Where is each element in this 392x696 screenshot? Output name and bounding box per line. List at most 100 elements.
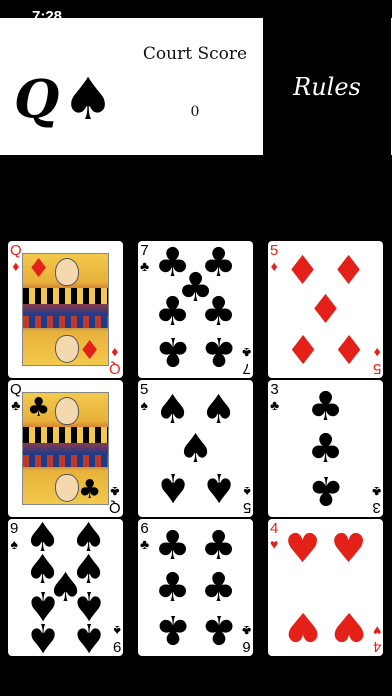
card-pip-icon: ♠ — [24, 613, 61, 656]
card-pip-icon: ♠ — [200, 463, 237, 510]
card[interactable]: 5 ♦ 5 ♦ ♦ ♦ ♦ ♦ ♦ — [268, 241, 383, 378]
card-corner-index: 5 ♦ — [372, 345, 381, 377]
card-pip-icon: ♣ — [154, 289, 191, 336]
card-corner-index: 3 ♣ — [371, 484, 381, 516]
card-suit-icon: ♣ — [371, 484, 381, 500]
card-rank: 5 — [242, 499, 251, 516]
card-rank: 5 — [140, 381, 149, 398]
card-pip-icon: ♣ — [154, 564, 191, 611]
card-suit-icon: ♠ — [10, 536, 18, 552]
card-suit-icon: ♠ — [243, 484, 251, 500]
card-corner-index: 6 ♣ — [140, 521, 149, 551]
card-suit-icon: ♦ — [27, 254, 51, 284]
card[interactable]: 3 ♣ 3 ♣ ♣ ♣ ♣ — [268, 380, 383, 517]
card-suit-icon: ♣ — [78, 475, 102, 505]
queen-face-art: ♦ ♦ — [22, 253, 109, 366]
card-corner-index: Q ♦ — [109, 345, 121, 377]
queen-art-detail — [23, 427, 108, 443]
card[interactable]: 9 ♠ 9 ♠ ♠ ♠ ♠ ♠ ♠ ♠ ♠ ♠ ♠ — [8, 519, 123, 656]
queen-art-detail — [55, 335, 79, 363]
card-pip-icon: ♣ — [200, 564, 237, 611]
card-corner-index: 7 ♣ — [241, 345, 251, 377]
card-rank: 4 — [270, 520, 279, 537]
card-suit-icon: ♦ — [111, 345, 119, 361]
card-rank: 5 — [372, 360, 381, 377]
card-rank: 7 — [140, 242, 149, 259]
card[interactable]: 4 ♥ 4 ♥ ♥ ♥ ♥ ♥ — [268, 519, 383, 656]
queen-art-detail — [23, 288, 108, 304]
card-suit-icon: ♣ — [241, 623, 251, 639]
card-suit-icon: ♣ — [270, 397, 280, 413]
card-corner-index: 5 ♠ — [140, 382, 148, 412]
card-suit-icon: ♣ — [11, 397, 21, 413]
card-corner-index: 5 ♠ — [242, 484, 251, 516]
card-pip-icon: ♣ — [154, 605, 191, 652]
card-suit-icon: ♥ — [372, 623, 381, 639]
card-rank: Q — [10, 381, 22, 398]
queen-art-detail — [23, 455, 108, 467]
card-pip-icon: ♣ — [307, 425, 344, 472]
card-corner-index: 7 ♣ — [140, 243, 149, 273]
card-corner-index: 9 ♠ — [112, 623, 121, 655]
card-pip-icon: ♣ — [154, 523, 191, 570]
card-rank: Q — [10, 242, 22, 259]
card-suit-icon: ♣ — [140, 536, 150, 552]
card-pip-icon: ♥ — [330, 602, 367, 649]
card-pip-icon: ♠ — [177, 425, 214, 472]
card-rank: 4 — [372, 638, 381, 655]
card-pip-icon: ♠ — [154, 463, 191, 510]
card-suit-icon: ♠ — [140, 397, 148, 413]
card-pip-icon: ♦ — [330, 248, 367, 295]
card-corner-index: 9 ♠ — [10, 521, 18, 551]
card-pip-icon: ♠ — [70, 613, 107, 656]
card-rank: 3 — [372, 499, 381, 516]
card-suit-icon: ♣ — [27, 393, 51, 423]
card-corner-index: 4 ♥ — [270, 521, 278, 551]
queen-art-detail — [55, 258, 79, 286]
card-rank: 6 — [242, 638, 251, 655]
card-grid: Q ♦ Q ♦ ♦ ♦ 7 ♣ 7 ♣ ♣ ♣ ♣ ♣ ♣ ♣ ♣ 5 ♦ 5 ♦ ♦ ♦ ♦ ♦ ♦ Q ♣ Q ♣ ♣ ♣ 5 ♠ 5 ♠ ♠ ♠ ♠ ♠… — [0, 0, 392, 696]
card-corner-index: Q ♦ — [10, 243, 22, 273]
card-pip-icon: ♥ — [284, 602, 321, 649]
card-rank: Q — [109, 499, 121, 516]
queen-art-detail — [23, 316, 108, 328]
card-corner-index: 6 ♣ — [241, 623, 251, 655]
card[interactable]: 7 ♣ 7 ♣ ♣ ♣ ♣ ♣ ♣ ♣ ♣ — [138, 241, 253, 378]
card-rank: 9 — [112, 638, 121, 655]
card-suit-icon: ♣ — [241, 345, 251, 361]
card-corner-index: Q ♣ — [109, 484, 121, 516]
card-suit-icon: ♦ — [373, 345, 381, 361]
card-pip-icon: ♦ — [307, 286, 344, 333]
queen-face-art: ♣ ♣ — [22, 392, 109, 505]
card-suit-icon: ♣ — [110, 484, 120, 500]
card-pip-icon: ♣ — [200, 289, 237, 336]
card-suit-icon: ♦ — [12, 258, 20, 274]
card[interactable]: 5 ♠ 5 ♠ ♠ ♠ ♠ ♠ ♠ — [138, 380, 253, 517]
card-pip-icon: ♠ — [154, 387, 191, 434]
card-rank: 7 — [242, 360, 251, 377]
card-suit-icon: ♣ — [140, 258, 150, 274]
card-rank: Q — [109, 360, 121, 377]
card-pip-icon: ♣ — [154, 327, 191, 374]
card-pip-icon: ♦ — [330, 324, 367, 371]
card-rank: 6 — [140, 520, 149, 537]
card-corner-index: 5 ♦ — [270, 243, 278, 273]
card-pip-icon: ♣ — [200, 327, 237, 374]
card-pip-icon: ♦ — [284, 324, 321, 371]
card-corner-index: 4 ♥ — [372, 623, 381, 655]
card[interactable]: Q ♣ Q ♣ ♣ ♣ — [8, 380, 123, 517]
card-pip-icon: ♥ — [330, 526, 367, 573]
queen-art-detail — [55, 397, 79, 425]
card-corner-index: Q ♣ — [10, 382, 22, 412]
card-pip-icon: ♥ — [284, 526, 321, 573]
card-pip-icon: ♠ — [200, 387, 237, 434]
card-pip-icon: ♦ — [284, 248, 321, 295]
card[interactable]: Q ♦ Q ♦ ♦ ♦ — [8, 241, 123, 378]
card-suit-icon: ♥ — [270, 536, 279, 552]
card-suit-icon: ♠ — [113, 623, 121, 639]
queen-art-detail — [55, 474, 79, 502]
card[interactable]: 6 ♣ 6 ♣ ♣ ♣ ♣ ♣ ♣ ♣ — [138, 519, 253, 656]
card-pip-icon: ♣ — [200, 605, 237, 652]
card-corner-index: 3 ♣ — [270, 382, 279, 412]
card-rank: 5 — [270, 242, 279, 259]
